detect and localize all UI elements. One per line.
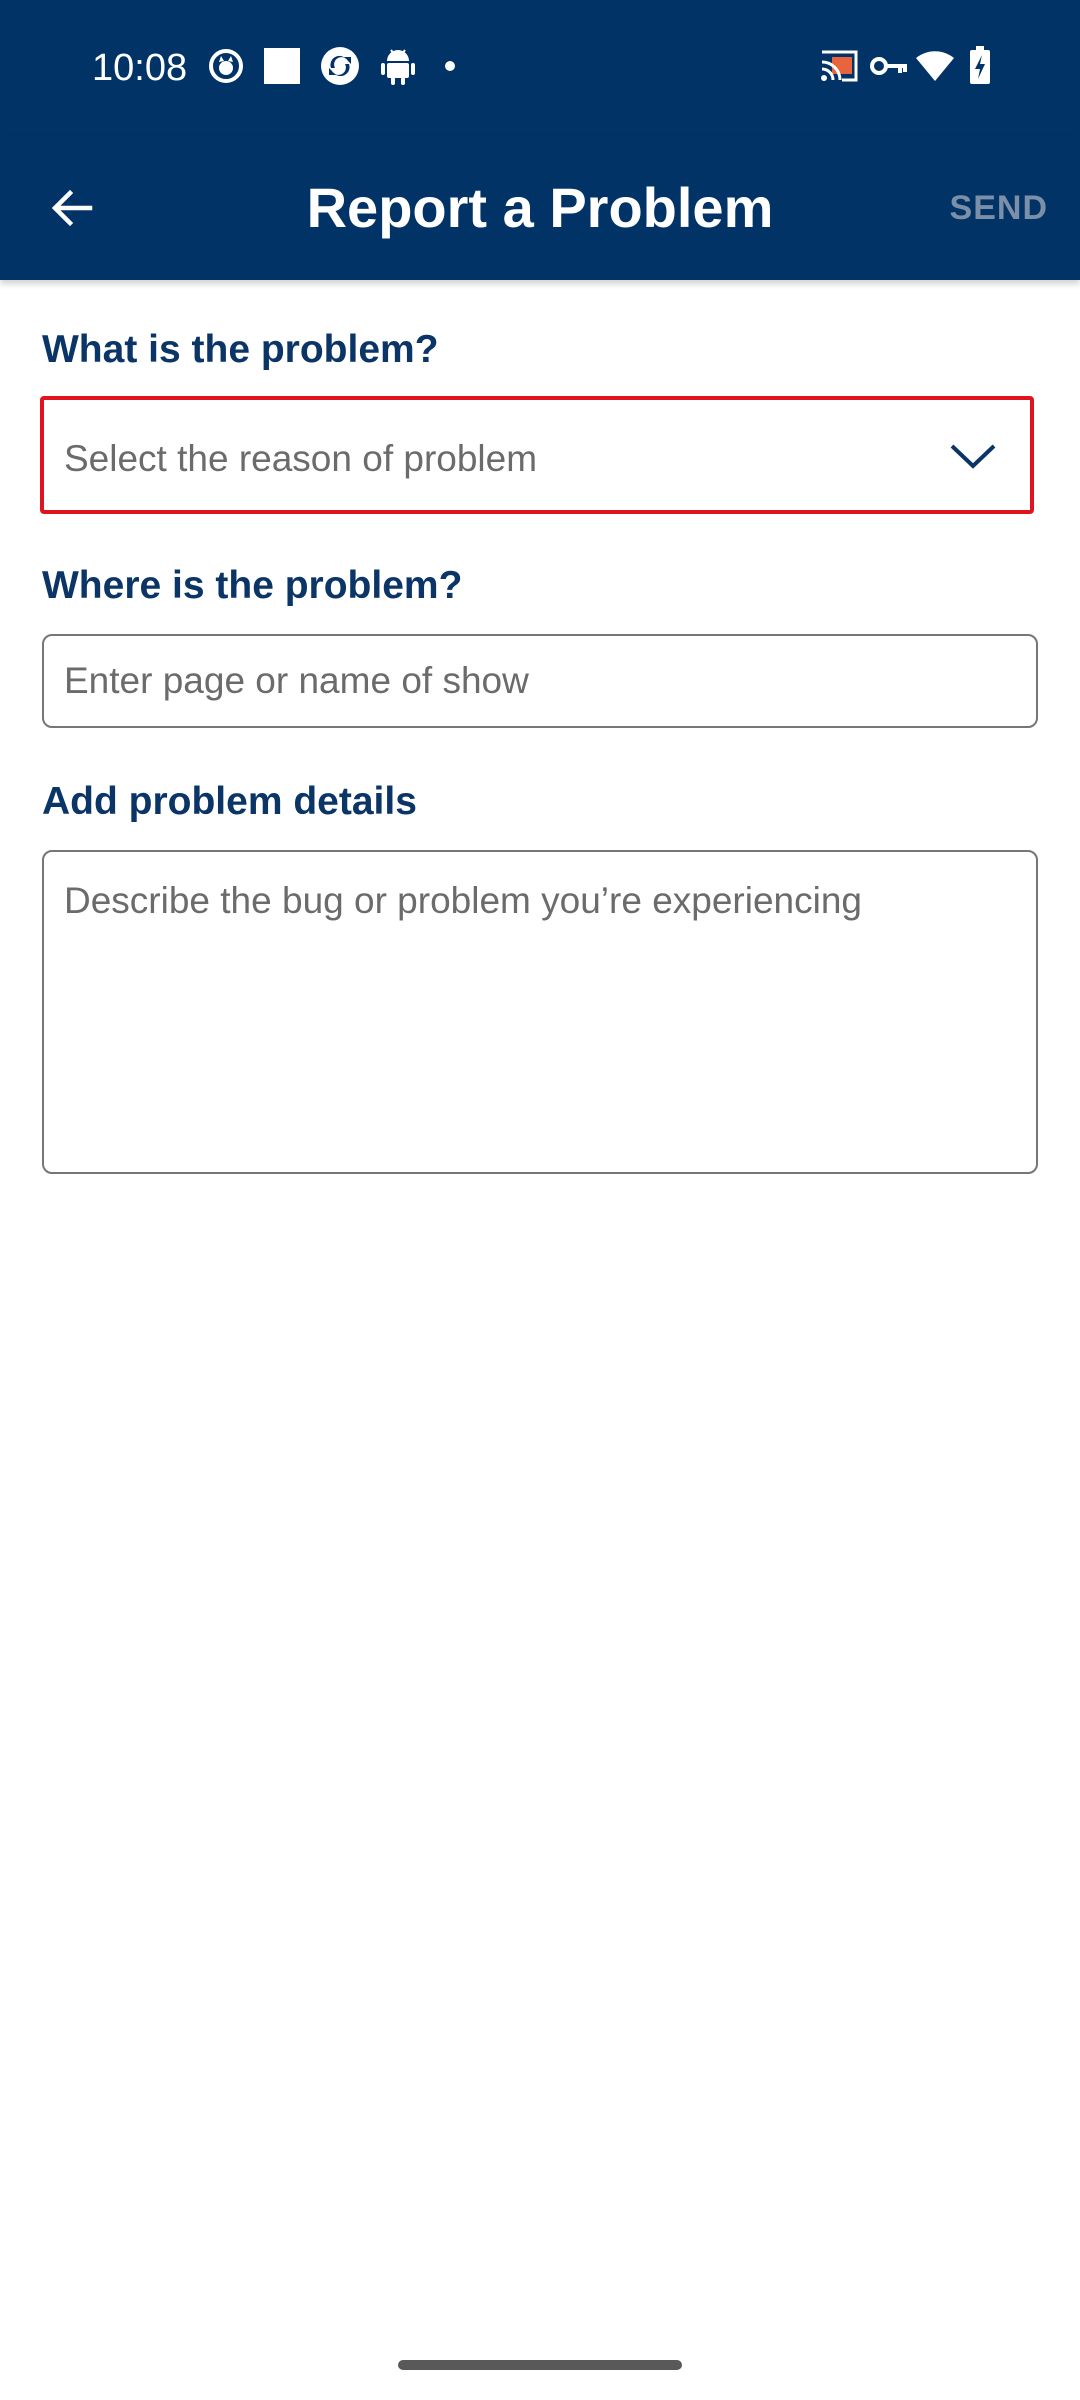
status-bar: 10:08 (0, 0, 1080, 136)
cast-icon (816, 46, 862, 86)
android-notification-icon (378, 46, 418, 86)
more-dot-icon (430, 46, 470, 86)
send-button[interactable]: SEND (950, 184, 1048, 232)
cat-notification-icon (206, 46, 246, 86)
vpn-key-icon (866, 46, 912, 86)
location-input[interactable] (42, 634, 1038, 728)
chevron-down-icon (950, 444, 996, 469)
square-notification-icon (262, 46, 302, 86)
problem-reason-dropdown[interactable]: Select the reason of problem (40, 396, 1034, 514)
status-time: 10:08 (92, 47, 188, 89)
details-label: Add problem details (42, 780, 417, 823)
page-title: Report a Problem (306, 176, 774, 239)
app-bar: Report a Problem SEND (0, 136, 1080, 280)
home-indicator[interactable] (398, 2360, 682, 2370)
problem-reason-placeholder: Select the reason of problem (64, 438, 538, 479)
sync-notification-icon (320, 46, 360, 86)
details-textarea[interactable] (42, 850, 1038, 1174)
location-label: Where is the problem? (42, 564, 463, 607)
problem-label: What is the problem? (42, 328, 439, 371)
wifi-icon (912, 46, 958, 86)
battery-charging-icon (960, 46, 1000, 86)
